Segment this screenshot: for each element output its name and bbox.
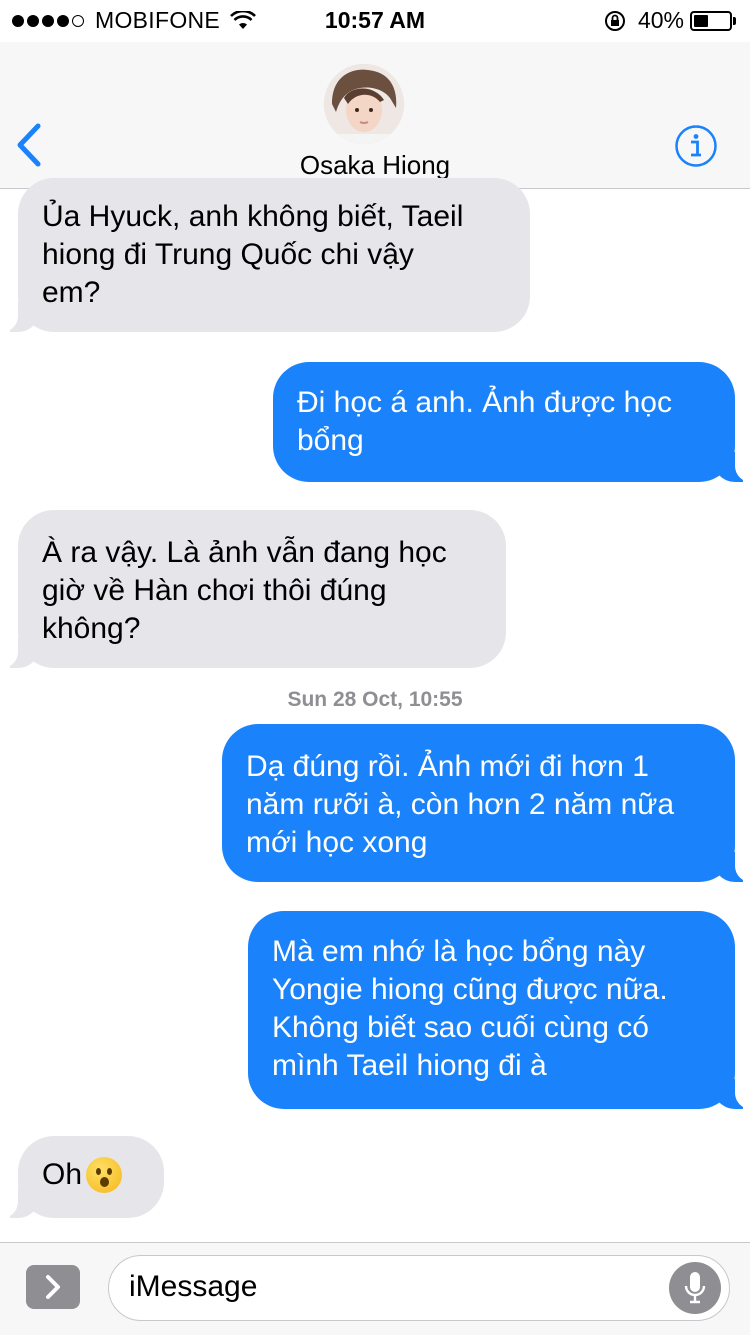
- contact-name[interactable]: Osaka Hiong: [0, 150, 750, 181]
- status-right: 40%: [604, 7, 736, 34]
- battery-level: [694, 14, 708, 27]
- message-input-bar: iMessage: [0, 1242, 750, 1335]
- battery-icon: [690, 10, 732, 31]
- chevron-right-icon: [46, 1275, 60, 1299]
- message-received[interactable]: À ra vậy. Là ảnh vẫn đang học giờ về Hàn…: [0, 510, 506, 668]
- expand-apps-button[interactable]: [26, 1265, 80, 1309]
- message-text: Oh: [42, 1158, 83, 1191]
- message-received[interactable]: Ủa Hyuck, anh không biết, Taeil hiong đi…: [0, 178, 530, 332]
- battery-percentage: 40%: [637, 7, 684, 33]
- info-icon[interactable]: [674, 124, 718, 168]
- message-text: Mà em nhớ là học bổng này Yongie hiong c…: [272, 935, 668, 1082]
- rotation-lock-icon: [604, 10, 625, 31]
- message-text: Dạ đúng rồi. Ảnh mới đi hơn 1 năm rưỡi à…: [246, 750, 675, 859]
- battery-cap: [733, 16, 736, 25]
- message-received[interactable]: Oh: [0, 1136, 164, 1218]
- message-sent[interactable]: Đi học á anh. Ảnh được học bổng: [273, 362, 750, 482]
- message-content: Oh: [42, 1156, 140, 1194]
- message-sent[interactable]: Dạ đúng rồi. Ảnh mới đi hơn 1 năm rưỡi à…: [222, 724, 750, 882]
- message-text: À ra vậy. Là ảnh vẫn đang học giờ về Hàn…: [42, 536, 447, 645]
- message-text: Đi học á anh. Ảnh được học bổng: [297, 386, 672, 457]
- status-bar: MOBIFONE 10:57 AM 40%: [0, 0, 750, 42]
- hushed-face-emoji: [86, 1157, 123, 1193]
- conversation-header: Osaka Hiong: [0, 42, 750, 189]
- contact-avatar[interactable]: [324, 64, 404, 144]
- imessage-input[interactable]: iMessage: [108, 1255, 730, 1321]
- message-timestamp: Sun 28 Oct, 10:55: [287, 688, 463, 711]
- message-sent[interactable]: Mà em nhớ là học bổng này Yongie hiong c…: [248, 911, 750, 1109]
- avatar-photo: [324, 64, 404, 144]
- microphone-icon: [684, 1272, 706, 1304]
- microphone-button[interactable]: [669, 1262, 721, 1314]
- message-text: Ủa Hyuck, anh không biết, Taeil hiong đi…: [42, 200, 464, 309]
- input-placeholder: iMessage: [129, 1270, 258, 1303]
